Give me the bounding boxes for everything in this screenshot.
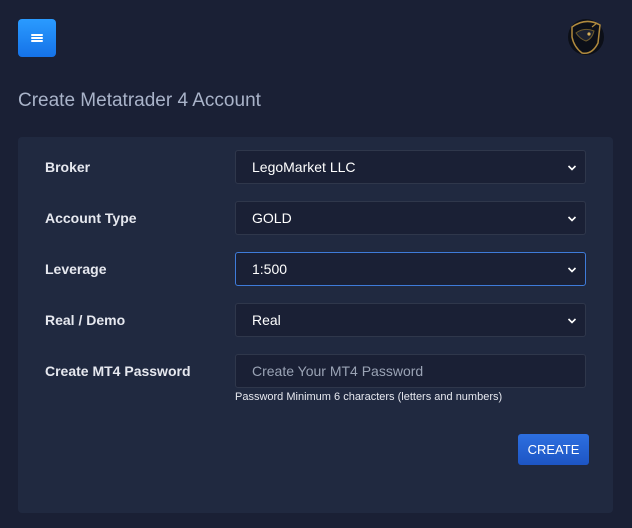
- broker-select[interactable]: LegoMarket LLC: [235, 150, 586, 184]
- password-row: Create MT4 Password Create Your MT4 Pass…: [18, 354, 613, 388]
- account-type-row: Account Type GOLD: [18, 201, 613, 235]
- leverage-value: 1:500: [252, 261, 288, 277]
- password-help-text: Password Minimum 6 characters (letters a…: [235, 391, 503, 403]
- account-type-value: GOLD: [252, 210, 292, 226]
- password-label: Create MT4 Password: [45, 363, 191, 379]
- create-button[interactable]: CREATE: [518, 434, 589, 465]
- real-demo-label: Real / Demo: [45, 312, 126, 328]
- chevron-down-icon: [567, 267, 577, 273]
- chevron-down-icon: [567, 216, 577, 222]
- create-account-form: Broker LegoMarket LLC Account Type GOLD …: [18, 137, 613, 513]
- broker-row: Broker LegoMarket LLC: [18, 150, 613, 184]
- hamburger-menu-icon: [31, 34, 43, 42]
- broker-value: LegoMarket LLC: [252, 159, 356, 175]
- password-input[interactable]: Create Your MT4 Password: [235, 354, 586, 388]
- leverage-select[interactable]: 1:500: [235, 252, 586, 286]
- password-placeholder: Create Your MT4 Password: [252, 363, 424, 379]
- real-demo-select[interactable]: Real: [235, 303, 586, 337]
- chevron-down-icon: [567, 165, 577, 171]
- real-demo-value: Real: [252, 312, 281, 328]
- broker-label: Broker: [45, 159, 91, 175]
- menu-button[interactable]: [18, 19, 56, 57]
- leverage-row: Leverage 1:500: [18, 252, 613, 286]
- leverage-label: Leverage: [45, 261, 107, 277]
- page-title: Create Metatrader 4 Account: [18, 90, 261, 111]
- panther-logo-icon: [562, 13, 610, 61]
- chevron-down-icon: [567, 318, 577, 324]
- account-type-select[interactable]: GOLD: [235, 201, 586, 235]
- real-demo-row: Real / Demo Real: [18, 303, 613, 337]
- account-type-label: Account Type: [45, 210, 137, 226]
